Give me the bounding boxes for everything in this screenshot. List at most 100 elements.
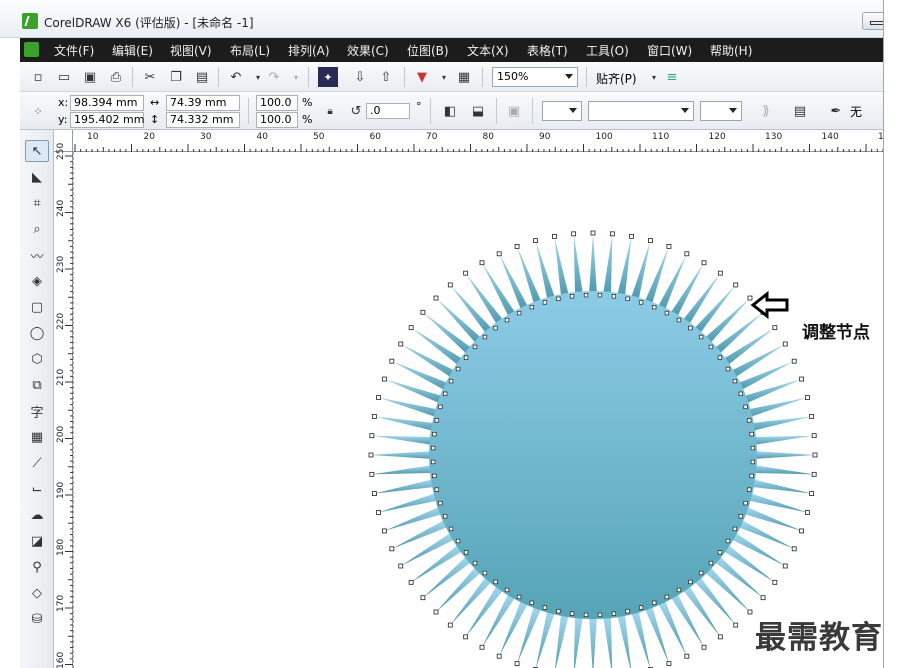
inner-node[interactable] [688, 579, 693, 585]
inner-node[interactable] [664, 310, 670, 316]
inner-node[interactable] [529, 600, 534, 605]
outer-node[interactable] [799, 528, 805, 534]
inner-node[interactable] [749, 431, 754, 437]
outer-node[interactable] [496, 251, 502, 257]
outer-node[interactable] [590, 230, 596, 236]
inner-node[interactable] [569, 294, 575, 299]
inner-node[interactable] [676, 317, 682, 323]
outer-node[interactable] [805, 395, 810, 400]
inner-node[interactable] [493, 325, 498, 331]
inner-node[interactable] [743, 404, 748, 410]
inner-node[interactable] [725, 366, 731, 372]
inner-node[interactable] [638, 300, 644, 305]
inner-node[interactable] [652, 305, 657, 310]
outer-node[interactable] [420, 595, 426, 601]
inner-node[interactable] [747, 487, 752, 492]
menu-arrange[interactable]: 排列(A) [288, 42, 330, 59]
paste-icon[interactable]: ▤ [192, 67, 212, 87]
outer-node[interactable] [447, 282, 453, 288]
inner-node[interactable] [516, 310, 522, 316]
outline-width-value[interactable]: 无 [850, 103, 862, 120]
outer-node[interactable] [381, 528, 387, 534]
minimize-button[interactable] [862, 12, 883, 30]
zoom-level-select[interactable]: 150% [492, 67, 578, 87]
outer-node[interactable] [433, 609, 439, 615]
open-folder-icon[interactable]: ▭ [54, 67, 74, 87]
outer-node[interactable] [514, 243, 520, 249]
gear-star-shape[interactable] [73, 152, 884, 668]
inner-node[interactable] [738, 391, 743, 396]
inner-node[interactable] [463, 550, 469, 555]
outer-node[interactable] [811, 471, 817, 477]
inner-node[interactable] [516, 594, 522, 600]
inner-node[interactable] [472, 560, 478, 566]
ellipse-tool-icon[interactable]: ◯ [25, 322, 49, 344]
inner-node[interactable] [708, 344, 714, 350]
outer-node[interactable] [463, 270, 469, 276]
outer-node[interactable] [408, 579, 414, 585]
outer-node[interactable] [648, 238, 653, 243]
rotation-angle-field[interactable]: .0 [366, 103, 410, 119]
outer-node[interactable] [791, 546, 797, 552]
inner-node[interactable] [638, 605, 644, 610]
outer-node[interactable] [701, 644, 707, 650]
inner-node[interactable] [542, 605, 548, 610]
launcher-dropdown-icon[interactable]: ▾ [434, 67, 454, 87]
outer-node[interactable] [733, 282, 739, 288]
inner-node[interactable] [611, 294, 617, 299]
outer-node[interactable] [809, 491, 815, 496]
inner-node[interactable] [448, 378, 454, 384]
inner-node[interactable] [698, 334, 704, 340]
cut-icon[interactable]: ✂ [140, 67, 160, 87]
outer-node[interactable] [408, 325, 414, 331]
dimension-tool-icon[interactable]: ⟋ [25, 452, 49, 474]
outer-node[interactable] [666, 661, 672, 667]
horizontal-ruler[interactable]: 10 20 30 40 50 60 70 80 90 100 110 120 130 140 15 [73, 130, 883, 152]
outer-node[interactable] [684, 653, 690, 659]
inner-node[interactable] [611, 611, 617, 616]
fill-tool-icon[interactable]: ⛁ [25, 608, 49, 630]
outer-node[interactable] [368, 452, 374, 458]
inner-node[interactable] [482, 570, 488, 576]
outer-node[interactable] [760, 595, 766, 601]
inner-node[interactable] [556, 296, 561, 301]
menu-layout[interactable]: 布局(L) [230, 42, 270, 59]
menu-window[interactable]: 窗口(W) [647, 42, 692, 59]
outer-node[interactable] [479, 644, 485, 650]
outer-node[interactable] [733, 622, 739, 628]
inner-node[interactable] [732, 526, 738, 532]
outer-node[interactable] [496, 653, 502, 659]
outer-node[interactable] [629, 233, 634, 239]
outer-node[interactable] [571, 231, 577, 237]
inner-node[interactable] [443, 514, 448, 519]
outer-node[interactable] [666, 243, 672, 249]
inner-node[interactable] [664, 594, 670, 600]
inner-node[interactable] [432, 473, 437, 479]
text-tool-icon[interactable]: 字 [25, 400, 49, 422]
inner-node[interactable] [448, 526, 454, 532]
outer-node[interactable] [376, 510, 381, 515]
outer-node[interactable] [514, 661, 520, 667]
snap-to-button[interactable]: 贴齐(P) [596, 70, 637, 87]
outer-node[interactable] [717, 634, 723, 640]
inner-node[interactable] [698, 570, 704, 576]
welcome-screen-icon[interactable]: ▦ [454, 67, 474, 87]
inner-node[interactable] [542, 300, 548, 305]
scale-y-field[interactable]: 100.0 [256, 112, 298, 128]
inner-node[interactable] [717, 355, 723, 360]
inner-node[interactable] [732, 378, 738, 384]
outer-node[interactable] [398, 563, 404, 569]
inner-node[interactable] [725, 538, 731, 544]
outer-node[interactable] [772, 579, 778, 585]
outer-node[interactable] [811, 433, 817, 439]
inner-node[interactable] [493, 579, 498, 585]
menu-effects[interactable]: 效果(C) [347, 42, 389, 59]
x-position-field[interactable]: 98.394 mm [70, 95, 144, 111]
inner-node[interactable] [738, 514, 743, 519]
inner-node[interactable] [652, 600, 657, 605]
new-document-icon[interactable]: ▫ [28, 67, 48, 87]
search-content-icon[interactable]: ✦ [318, 67, 338, 87]
outer-node[interactable] [782, 341, 788, 347]
inner-node[interactable] [431, 445, 436, 451]
convert-to-curves-icon[interactable]: ▣ [504, 101, 524, 121]
